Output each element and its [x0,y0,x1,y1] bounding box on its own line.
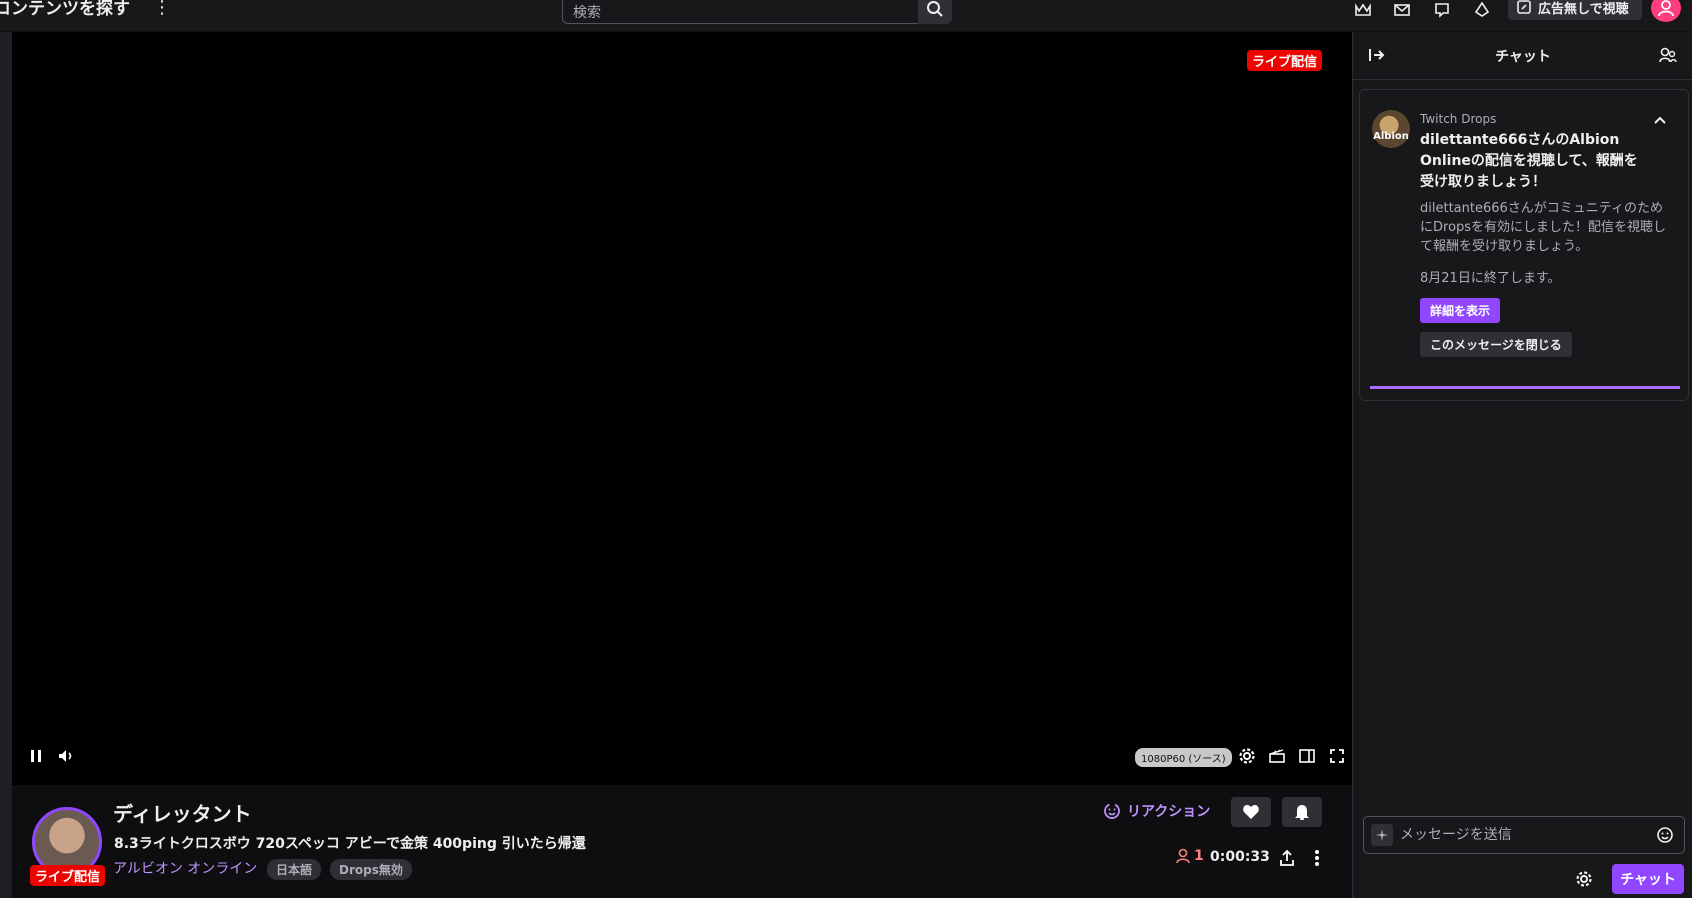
heart-icon [1243,805,1259,819]
chevron-up-icon [1654,116,1666,124]
drops-end-date: 8月21日に終了します。 [1420,271,1561,286]
share-icon [1280,849,1294,866]
search-button[interactable] [918,0,952,24]
community-button[interactable] [1657,44,1679,66]
bell-icon [1295,805,1309,820]
drops-progress-bar [1370,386,1680,389]
ad-free-label: 広告無しで視聴 [1538,1,1629,17]
bits-icon[interactable] [1471,0,1493,20]
gear-icon [1576,871,1592,887]
channel-live-badge: ライブ配信 [30,865,106,886]
chat-message-input[interactable] [1400,825,1650,845]
collapse-drops-button[interactable] [1650,110,1670,130]
pause-button[interactable] [25,745,47,767]
ad-free-button[interactable]: 広告無しで視聴 [1508,0,1642,20]
search-input[interactable]: 検索 [562,0,919,24]
drops-headline: dilettante666さんのAlbion Onlineの配信を視聴して、報酬… [1420,132,1638,190]
send-chat-button[interactable]: チャット [1612,864,1684,894]
drops-label: Twitch Drops [1420,112,1497,126]
albion-avatar: Albion [1372,110,1410,148]
gear-icon [1239,748,1255,764]
follow-button[interactable] [1231,797,1271,827]
pause-icon [31,750,41,762]
chat-title: チャット [1495,49,1551,65]
left-sidebar-collapsed[interactable] [0,32,12,898]
chat-settings-button[interactable] [1573,868,1595,890]
sparkle-icon [1376,829,1388,841]
clip-button[interactable] [1266,745,1288,767]
volume-icon [59,750,72,762]
browse-link[interactable]: コンテンツを探す [0,0,130,19]
theatre-mode-icon [1299,749,1315,763]
top-nav-bar: コンテンツを探す ⋮ 検索 広告無しで視聴 [0,0,1692,32]
chat-header: チャット [1353,32,1692,80]
drops-description: dilettante666さんがコミュニティのためにDropsを有効にしました！… [1420,201,1667,254]
details-button[interactable]: 詳細を表示 [1420,298,1501,323]
ad-free-icon [1517,0,1531,14]
search-icon [927,1,943,17]
inbox-icon[interactable] [1391,0,1413,20]
tag-language[interactable]: 日本語 [267,859,322,880]
user-avatar[interactable] [1651,0,1681,22]
fullscreen-button[interactable] [1326,745,1348,767]
quality-badge[interactable]: 1080P60 (ソース) [1135,748,1232,767]
person-icon [1176,848,1190,864]
reaction-icon [1104,803,1120,819]
reaction-button[interactable]: リアクション [1103,801,1210,821]
more-vertical-icon [1315,850,1319,866]
more-options-icon[interactable]: ⋮ [153,0,171,20]
theatre-mode-button[interactable] [1296,745,1318,767]
clapperboard-icon [1269,749,1285,763]
notifications-button[interactable] [1282,797,1322,827]
chat-input-box[interactable] [1363,816,1685,854]
game-link[interactable]: アルビオン オンライン [113,858,257,878]
share-button[interactable] [1276,847,1298,869]
volume-button[interactable] [55,745,77,767]
video-player[interactable]: ライブ配信 1080P60 (ソース) [12,32,1352,785]
settings-button[interactable] [1236,745,1258,767]
stream-uptime: 0:00:33 [1210,849,1270,865]
dismiss-button[interactable]: このメッセージを閉じる [1420,332,1572,357]
users-icon [1659,47,1677,63]
tag-drops[interactable]: Drops無効 [330,859,412,880]
animated-emote-button[interactable] [1371,824,1393,846]
drops-notification: Albion Twitch Drops dilettante666さんのAlbi… [1359,89,1689,401]
emote-picker-button[interactable] [1654,824,1676,846]
live-badge: ライブ配信 [1247,50,1323,71]
whispers-icon[interactable] [1431,0,1453,20]
viewer-count-value: 1 [1194,848,1204,864]
reaction-label: リアクション [1127,804,1211,820]
chat-panel: チャット Albion Twitch Drops dilettante666さん… [1352,32,1692,898]
stream-title: 8.3ライトクロスボウ 720スペッコ アビーで金策 400ping 引いたら帰… [114,836,586,852]
channel-name[interactable]: ディレッタント [113,798,252,827]
fullscreen-icon [1330,749,1344,763]
smiley-icon [1657,827,1673,843]
viewer-count: 1 [1175,848,1204,864]
prime-crown-icon[interactable] [1352,0,1374,20]
more-actions-button[interactable] [1306,847,1328,869]
user-icon [1658,0,1674,17]
drops-progress-fill [1370,386,1680,389]
channel-info: ライブ配信 ディレッタント 8.3ライトクロスボウ 720スペッコ アビーで金策… [12,785,1352,898]
